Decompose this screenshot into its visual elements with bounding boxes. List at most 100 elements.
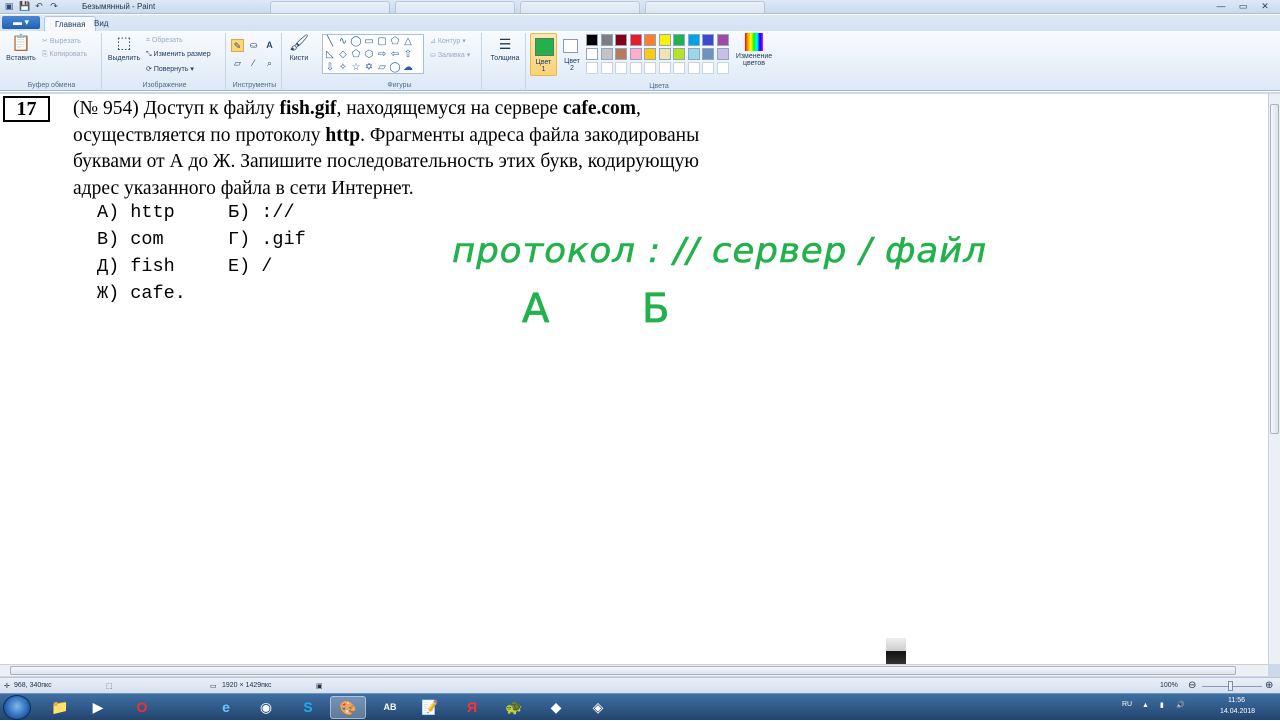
background-window-tab[interactable] <box>520 1 640 13</box>
custom-color-slot[interactable] <box>615 62 627 74</box>
opera-icon[interactable]: O <box>124 696 160 719</box>
palette-color-swatch[interactable] <box>644 34 656 46</box>
custom-color-slot[interactable] <box>658 62 671 74</box>
horizontal-scroll-thumb[interactable] <box>10 666 1236 675</box>
internet-explorer-icon[interactable]: e <box>208 696 244 719</box>
drawing-canvas[interactable]: 17 (№ 954) Доступ к файлу fish.gif, нахо… <box>0 94 1268 664</box>
palette-color-swatch[interactable] <box>658 34 671 46</box>
game-icon[interactable]: ◆ <box>538 696 574 719</box>
line-shape-icon[interactable]: ╲ <box>324 36 336 48</box>
tray-expand-icon[interactable]: ▲ <box>1142 702 1149 709</box>
diamond-shape-icon[interactable]: ◇ <box>337 49 349 61</box>
palette-color-swatch[interactable] <box>586 48 598 60</box>
edit-colors-button[interactable]: Изменение цветов <box>734 33 774 67</box>
curve-shape-icon[interactable]: ∿ <box>337 36 349 48</box>
zoom-in-button[interactable]: ⊕ <box>1265 680 1273 691</box>
polygon-shape-icon[interactable]: ⬠ <box>389 36 401 48</box>
cloud-callout-shape-icon[interactable]: ☁ <box>402 62 414 74</box>
cut-button[interactable]: ✂ Вырезать <box>42 37 81 45</box>
resize-button[interactable]: ⤡ Изменить размер <box>146 51 211 59</box>
palette-color-swatch[interactable] <box>615 48 627 60</box>
hexagon-shape-icon[interactable]: ⬡ <box>363 49 375 61</box>
palette-color-swatch[interactable] <box>629 34 642 46</box>
text-tool-icon[interactable]: A <box>263 39 276 52</box>
media-player-icon[interactable]: ▶ <box>80 696 116 719</box>
background-window-tab[interactable] <box>395 1 515 13</box>
custom-color-slot[interactable] <box>644 62 656 74</box>
paint-taskbar-icon[interactable]: 🎨 <box>330 696 366 719</box>
paint-app-icon[interactable]: ▣ <box>4 1 14 11</box>
document-icon[interactable]: 📝 <box>412 696 448 719</box>
palette-color-swatch[interactable] <box>644 48 656 60</box>
palette-color-swatch[interactable] <box>702 34 714 46</box>
zoom-out-button[interactable]: ⊖ <box>1188 680 1196 691</box>
brushes-button[interactable]: 🖌 Кисти <box>284 35 314 62</box>
zoom-slider-thumb[interactable] <box>1228 681 1233 691</box>
left-arrow-shape-icon[interactable]: ⇦ <box>389 49 401 61</box>
network-icon[interactable]: ▮ <box>1160 701 1164 709</box>
background-window-tab[interactable] <box>645 1 765 13</box>
size-button[interactable]: ☰ Толщина <box>486 35 524 62</box>
canvas-resize-handle[interactable] <box>886 638 906 664</box>
palette-color-swatch[interactable] <box>586 34 598 46</box>
minimize-button[interactable]: — <box>1210 0 1232 13</box>
rounded-rectangle-shape-icon[interactable]: ▢ <box>376 36 388 48</box>
palette-color-swatch[interactable] <box>716 34 729 46</box>
explorer-icon[interactable]: 📁 <box>42 696 78 719</box>
rectangle-shape-icon[interactable]: ▭ <box>363 36 375 48</box>
horizontal-scrollbar[interactable] <box>0 664 1268 676</box>
six-point-star-shape-icon[interactable]: ✡ <box>363 62 375 74</box>
five-point-star-shape-icon[interactable]: ☆ <box>350 62 362 74</box>
oval-callout-shape-icon[interactable]: ◯ <box>389 62 401 74</box>
fill-bucket-icon[interactable]: ⛀ <box>247 39 260 52</box>
palette-color-swatch[interactable] <box>716 48 729 60</box>
palette-color-swatch[interactable] <box>702 48 714 60</box>
pencil-icon[interactable]: ✎ <box>231 39 244 52</box>
vertical-scrollbar[interactable] <box>1268 94 1280 664</box>
undo-icon[interactable]: ↶ <box>34 1 44 11</box>
custom-color-slot[interactable] <box>716 62 729 74</box>
fill-button[interactable]: ⛀ Заливка ▾ <box>430 51 470 59</box>
right-triangle-shape-icon[interactable]: ◺ <box>324 49 336 61</box>
start-button[interactable] <box>3 695 31 720</box>
custom-color-slot[interactable] <box>586 62 598 74</box>
select-button[interactable]: ⬚ Выделить <box>106 35 142 62</box>
copy-button[interactable]: ⎘ Копировать <box>42 51 87 59</box>
palette-color-swatch[interactable] <box>658 48 671 60</box>
clock-time[interactable]: 11:56 <box>1228 697 1245 704</box>
right-arrow-shape-icon[interactable]: ⇨ <box>376 49 388 61</box>
paste-button[interactable]: 📋 Вставить <box>4 35 38 62</box>
palette-color-swatch[interactable] <box>615 34 627 46</box>
palette-color-swatch[interactable] <box>673 34 685 46</box>
game2-icon[interactable]: ◈ <box>580 696 616 719</box>
pentagon-shape-icon[interactable]: ⬠ <box>350 49 362 61</box>
callout-shape-icon[interactable]: ▱ <box>376 62 388 74</box>
custom-color-slot[interactable] <box>702 62 714 74</box>
color2-button[interactable]: Цвет 2 <box>560 33 584 76</box>
palette-color-swatch[interactable] <box>600 34 613 46</box>
color1-button[interactable]: Цвет 1 <box>530 33 557 76</box>
magnifier-icon[interactable]: ⌕ <box>263 57 276 70</box>
custom-color-slot[interactable] <box>629 62 642 74</box>
outline-button[interactable]: ⊿ Контур ▾ <box>430 37 466 45</box>
vertical-scroll-thumb[interactable] <box>1270 104 1279 434</box>
palette-color-swatch[interactable] <box>629 48 642 60</box>
maximize-button[interactable]: ▭ <box>1232 0 1254 13</box>
palette-color-swatch[interactable] <box>687 34 700 46</box>
eraser-icon[interactable]: ▱ <box>231 57 244 70</box>
turtle-icon[interactable]: 🐢 <box>496 696 532 719</box>
chrome-icon[interactable]: ◉ <box>248 696 284 719</box>
paint-menu-button[interactable]: ▬ ▾ <box>2 16 40 29</box>
close-button[interactable]: ✕ <box>1254 0 1276 13</box>
four-point-star-shape-icon[interactable]: ✧ <box>337 62 349 74</box>
tab-view[interactable]: Вид <box>84 16 118 31</box>
custom-color-slot[interactable] <box>687 62 700 74</box>
language-indicator[interactable]: RU <box>1122 701 1132 708</box>
triangle-shape-icon[interactable]: △ <box>402 36 414 48</box>
volume-icon[interactable]: 🔊 <box>1176 701 1185 709</box>
crop-button[interactable]: ⌗ Обрезать <box>146 37 183 45</box>
custom-color-slot[interactable] <box>673 62 685 74</box>
abbyy-icon[interactable]: AB <box>372 696 408 719</box>
redo-icon[interactable]: ↷ <box>49 1 59 11</box>
save-icon[interactable]: 💾 <box>19 1 30 11</box>
